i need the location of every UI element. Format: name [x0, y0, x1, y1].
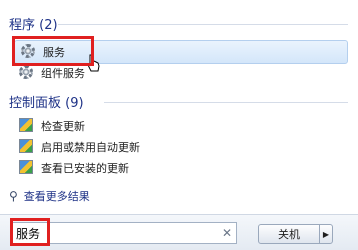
start-menu: 程序 (2) 服务 组件服务 控制面板 (9) 检查更新 启用或禁用自动更新 查…: [0, 0, 358, 250]
control-panel-item-check-updates[interactable]: 检查更新: [19, 116, 85, 136]
highlight-box-search: [10, 218, 50, 246]
control-panel-item-auto-update[interactable]: 启用或禁用自动更新: [19, 137, 140, 157]
component-services-icon: [19, 65, 35, 81]
shutdown-button[interactable]: 关机: [258, 224, 320, 244]
shutdown-options-arrow-icon[interactable]: ▶: [319, 224, 333, 244]
control-panel-item-label: 启用或禁用自动更新: [41, 141, 140, 154]
control-panel-header: 控制面板 (9): [9, 96, 84, 111]
control-panel-icon: [19, 160, 35, 176]
highlight-box-services: [12, 36, 94, 66]
control-panel-icon: [19, 118, 35, 134]
program-item-label: 组件服务: [41, 67, 85, 80]
control-panel-item-label: 检查更新: [41, 120, 85, 133]
search-icon: ⚲: [9, 189, 18, 203]
program-item-component-services[interactable]: 组件服务: [19, 63, 85, 83]
control-panel-item-installed-updates[interactable]: 查看已安装的更新: [19, 158, 129, 178]
see-more-results-label: 查看更多结果: [23, 190, 90, 203]
control-panel-divider: [104, 102, 348, 103]
programs-divider: [58, 24, 348, 25]
programs-header: 程序 (2): [9, 18, 58, 33]
control-panel-icon: [19, 139, 35, 155]
clear-icon[interactable]: ✕: [218, 226, 236, 240]
control-panel-item-label: 查看已安装的更新: [41, 162, 129, 175]
see-more-results-link[interactable]: ⚲ 查看更多结果: [9, 188, 90, 204]
